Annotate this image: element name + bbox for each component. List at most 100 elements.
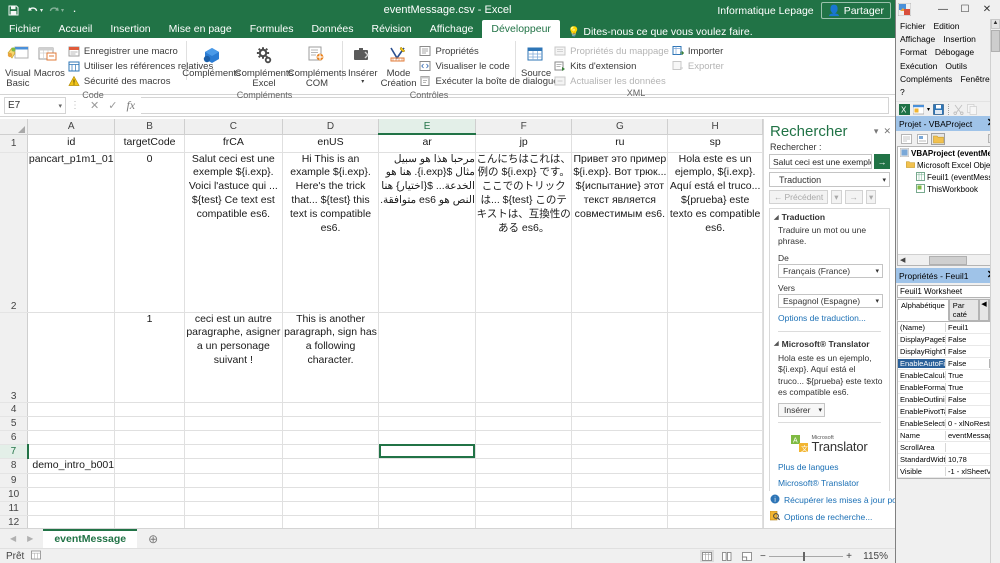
cell-G1[interactable]: ru	[571, 134, 669, 153]
table-row[interactable]: ScrollArea	[898, 442, 998, 455]
table-row[interactable]: StandardWidth 10,78	[898, 454, 998, 467]
select-all-corner[interactable]	[0, 119, 29, 135]
cell-D7[interactable]	[282, 444, 380, 459]
cell-C7[interactable]	[184, 444, 283, 459]
cell-F3[interactable]	[475, 312, 573, 403]
table-row[interactable]: DisplayRightTo False	[898, 346, 998, 359]
zoom-track[interactable]	[768, 551, 844, 561]
undo-icon[interactable]	[24, 2, 41, 18]
addins-button[interactable]: Compléments	[182, 42, 241, 79]
cell-A5[interactable]	[27, 416, 116, 431]
property-value[interactable]: False	[946, 359, 989, 369]
tab-fichier[interactable]: Fichier	[0, 20, 50, 38]
properties-table[interactable]: (Name) Feuil1 DisplayPageBr False DisplayR…	[897, 321, 999, 480]
tab-par-categorie[interactable]: Par caté	[948, 299, 979, 322]
cell-F4[interactable]	[475, 402, 573, 417]
cell-F7[interactable]	[475, 444, 573, 459]
cell-C5[interactable]	[184, 416, 283, 431]
tab-accueil[interactable]: Accueil	[50, 20, 102, 38]
cell-B8[interactable]	[114, 458, 185, 474]
row-header-4[interactable]: 4	[0, 402, 29, 417]
cell-D8[interactable]	[282, 458, 380, 474]
research-options-link[interactable]: Options de recherche...	[764, 508, 895, 525]
col-header-E[interactable]: E	[378, 119, 476, 135]
accessibility-icon[interactable]	[31, 550, 42, 563]
share-button[interactable]: 👤 Partager	[820, 2, 891, 19]
cell-H8[interactable]	[667, 458, 763, 474]
cell-B4[interactable]	[114, 402, 185, 417]
cell-A6[interactable]	[27, 430, 116, 445]
cell-A3[interactable]	[27, 312, 116, 403]
insert-button[interactable]: Insérer ▾	[778, 402, 825, 417]
row-header-5[interactable]: 5	[0, 416, 29, 431]
translator-section-title[interactable]: ◢ Microsoft® Translator	[770, 336, 889, 351]
cell-G9[interactable]	[571, 473, 669, 488]
expansion-packs-button[interactable]: Kits d'extension	[554, 59, 669, 73]
project-tree-hscrollbar[interactable]: ◀ ▶	[898, 254, 998, 266]
table-row[interactable]: EnableOutlinin False	[898, 394, 998, 407]
cell-F9[interactable]	[475, 473, 573, 488]
cell-G10[interactable]	[571, 487, 669, 502]
sheet-next-icon[interactable]: ▶	[27, 534, 33, 543]
cell-C12[interactable]	[184, 515, 283, 528]
normal-view-icon[interactable]	[700, 550, 714, 562]
chevron-down-icon[interactable]: ▾	[818, 406, 822, 414]
project-tree[interactable]: VBAProject (eventMessa Microsoft Excel O…	[897, 146, 999, 267]
add-sheet-icon[interactable]: ⊕	[148, 532, 158, 546]
cell-C1[interactable]: frCA	[184, 134, 283, 153]
redo-dropdown-icon[interactable]: ▾	[61, 7, 64, 14]
cell-F1[interactable]: jp	[475, 134, 573, 153]
cell-G11[interactable]	[571, 501, 669, 516]
cell-C8[interactable]	[184, 458, 283, 474]
cell-D12[interactable]	[282, 515, 380, 528]
cell-E3[interactable]	[378, 312, 476, 403]
cell-B5[interactable]	[114, 416, 185, 431]
cell-D4[interactable]	[282, 402, 380, 417]
cell-H6[interactable]	[667, 430, 763, 445]
cell-F6[interactable]	[475, 430, 573, 445]
view-excel-icon[interactable]: X	[899, 103, 910, 115]
row-header-8[interactable]: 8	[0, 458, 29, 474]
table-row[interactable]: (Name) Feuil1	[898, 322, 998, 335]
view-object-button[interactable]	[915, 133, 929, 145]
insert-dropdown-icon[interactable]: ▾	[361, 79, 364, 85]
cell-H4[interactable]	[667, 402, 763, 417]
cell-A9[interactable]	[27, 473, 116, 488]
cell-F10[interactable]	[475, 487, 573, 502]
cell-H7[interactable]	[667, 444, 763, 459]
cell-H12[interactable]	[667, 515, 763, 528]
tab-insertion[interactable]: Insertion	[101, 20, 159, 38]
cell-G4[interactable]	[571, 402, 669, 417]
tab-scroll-left-icon[interactable]: ◀	[979, 299, 989, 322]
undo-dropdown-icon[interactable]: ▾	[40, 7, 43, 14]
row-header-2[interactable]: 2	[0, 152, 29, 313]
cell-C3[interactable]: ceci est un autre paragraphe, asigner a …	[184, 312, 283, 403]
close-icon[interactable]: ✕	[883, 126, 891, 137]
cell-C9[interactable]	[184, 473, 283, 488]
cell-F11[interactable]	[475, 501, 573, 516]
tab-alphabetique[interactable]: Alphabétique	[897, 299, 949, 322]
xml-source-button[interactable]: Source	[521, 42, 551, 79]
vscroll-thumb[interactable]	[991, 30, 1000, 52]
cell-G5[interactable]	[571, 416, 669, 431]
insert-dropdown-icon[interactable]: ▾	[927, 106, 930, 113]
com-addins-button[interactable]: Compléments COM	[288, 42, 346, 90]
save-icon[interactable]	[5, 2, 22, 18]
scroll-up-icon[interactable]: ▲	[991, 19, 1000, 29]
previous-dropdown[interactable]: ▾	[831, 190, 842, 204]
cell-E7-selected[interactable]	[378, 444, 476, 459]
insert-userform-icon[interactable]	[912, 104, 925, 115]
tab-mise-en-page[interactable]: Mise en page	[160, 20, 241, 38]
cell-B7[interactable]	[114, 444, 185, 459]
cell-F2[interactable]: こんにちはこれは、例の ${i.exp} です。ここでのトリックは... ${t…	[475, 152, 573, 313]
tab-formules[interactable]: Formules	[241, 20, 303, 38]
visual-basic-button[interactable]: Visual Basic	[5, 42, 31, 90]
cell-C4[interactable]	[184, 402, 283, 417]
col-header-C[interactable]: C	[184, 119, 283, 135]
cell-A8[interactable]: demo_intro_b001	[27, 458, 116, 474]
tab-developpeur[interactable]: Développeur	[482, 20, 560, 38]
save-icon[interactable]	[933, 103, 944, 115]
cell-H3[interactable]	[667, 312, 763, 403]
col-header-G[interactable]: G	[571, 119, 669, 135]
cell-E11[interactable]	[378, 501, 476, 516]
